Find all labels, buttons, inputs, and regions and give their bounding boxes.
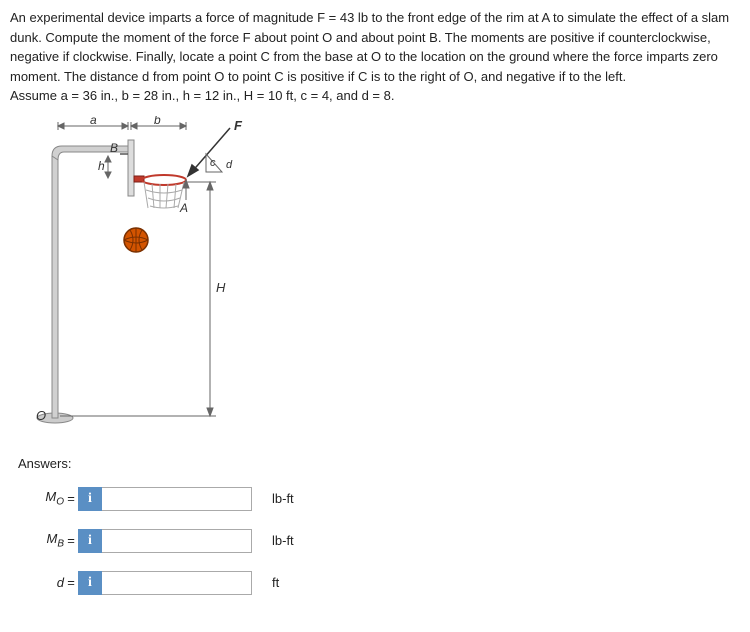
info-button-mo[interactable]: i (78, 487, 102, 511)
figure: a b B h F A c d H O (30, 116, 270, 436)
problem-statement: An experimental device imparts a force o… (10, 8, 740, 106)
label-H-dim: H (216, 280, 226, 295)
problem-p1: An experimental device imparts a force o… (10, 10, 729, 84)
label-A: A (179, 201, 188, 215)
label-B-point: B (110, 141, 118, 155)
answer-unit-mb: lb-ft (272, 533, 294, 548)
answer-eq: = (64, 533, 78, 548)
answer-var-d: d (24, 575, 64, 590)
info-button-d[interactable]: i (78, 571, 102, 595)
label-h: h (98, 159, 105, 173)
label-a: a (90, 116, 97, 127)
answer-input-mo[interactable] (102, 487, 252, 511)
answer-unit-d: ft (272, 575, 279, 590)
answer-var-mo: MO (24, 489, 64, 508)
answer-input-d[interactable] (102, 571, 252, 595)
answers-heading: Answers: (18, 456, 740, 471)
label-F: F (234, 118, 243, 133)
answer-eq: = (64, 575, 78, 590)
answer-eq: = (64, 491, 78, 506)
label-O: O (36, 408, 46, 423)
label-d-tri: d (226, 159, 233, 171)
problem-p2: Assume a = 36 in., b = 28 in., h = 12 in… (10, 88, 394, 103)
info-button-mb[interactable]: i (78, 529, 102, 553)
label-b: b (154, 116, 161, 127)
answer-row-mo: MO = i lb-ft (24, 487, 740, 511)
label-c: c (210, 157, 216, 169)
answer-var-mb: MB (24, 531, 64, 550)
answer-row-d: d = i ft (24, 571, 740, 595)
answer-row-mb: MB = i lb-ft (24, 529, 740, 553)
answer-input-mb[interactable] (102, 529, 252, 553)
answer-unit-mo: lb-ft (272, 491, 294, 506)
